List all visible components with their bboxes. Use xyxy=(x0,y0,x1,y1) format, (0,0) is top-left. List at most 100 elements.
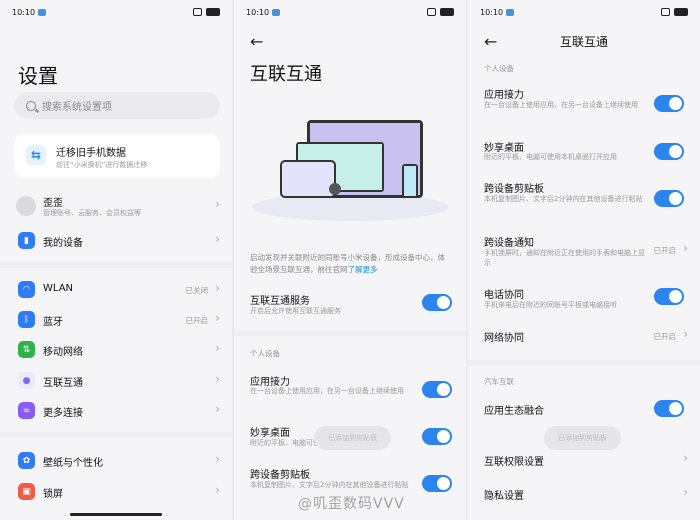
divider xyxy=(234,330,466,336)
chevron-right-icon: › xyxy=(683,485,688,499)
sidebar-item-wlan[interactable]: ◠ WLAN 已关闭 › xyxy=(0,276,232,304)
service-desc: 开启后允许使用互联互通服务 xyxy=(250,307,341,315)
divider xyxy=(0,262,232,268)
chevron-right-icon: › xyxy=(215,483,220,497)
chevron-right-icon: › xyxy=(215,232,220,246)
share-desktop-toggle[interactable] xyxy=(654,143,684,160)
divider xyxy=(468,360,700,366)
clipboard-title: 跨设备剪贴板 xyxy=(484,184,544,195)
device-icon: ▮ xyxy=(18,232,35,249)
signal-icon xyxy=(661,8,670,16)
bluetooth-icon: ᛒ xyxy=(18,311,35,328)
lockscreen-label: 锁屏 xyxy=(43,489,63,500)
status-time: 10:10 xyxy=(246,8,270,17)
service-toggle[interactable] xyxy=(422,294,452,311)
bluetooth-value: 已开启 xyxy=(185,316,209,325)
intro-text: 启动发现并关联附近的同账号小米设备，形成设备中心，体验全场景互联互通，前往官网了… xyxy=(250,252,452,276)
chevron-right-icon: › xyxy=(215,372,220,386)
clipboard-title: 跨设备剪贴板 xyxy=(250,470,310,481)
sidebar-item-interconnect[interactable]: ● 互联互通 › xyxy=(0,367,232,395)
network-title: 网络协同 xyxy=(484,333,524,344)
watermark: @叽歪数码VVV xyxy=(298,496,405,512)
chevron-right-icon: › xyxy=(215,341,220,355)
sidebar-item-wallpaper[interactable]: ✿ 壁纸与个性化 › xyxy=(0,447,232,475)
share-desktop-toggle[interactable] xyxy=(422,428,452,445)
app-eco-toggle[interactable] xyxy=(654,400,684,417)
battery-icon xyxy=(206,8,220,16)
chevron-right-icon: › xyxy=(215,452,220,466)
privacy-label: 隐私设置 xyxy=(484,491,524,502)
notification-icon xyxy=(506,9,514,16)
wlan-value: 已关闭 xyxy=(185,286,209,295)
app-relay-toggle[interactable] xyxy=(422,381,452,398)
chevron-right-icon: › xyxy=(215,197,220,211)
interconnect-label: 互联互通 xyxy=(43,378,83,389)
service-title: 互联互通服务 xyxy=(250,296,310,307)
settings-panel: 10:10 设置 搜索系统设置项 ⇆ 迁移旧手机数据 前往“小米换机”进行数据迁… xyxy=(0,0,232,520)
call-title: 电话协同 xyxy=(484,290,524,301)
page-title: 互联互通 xyxy=(250,64,322,85)
status-time: 10:10 xyxy=(480,8,504,17)
my-device-row[interactable]: ▮ 我的设备 › xyxy=(0,227,232,255)
lock-icon: ▣ xyxy=(18,483,35,500)
app-relay-toggle[interactable] xyxy=(654,95,684,112)
battery-icon xyxy=(440,8,454,16)
notification-icon xyxy=(38,9,46,16)
search-icon xyxy=(26,100,36,111)
section-personal-devices: 个人设备 xyxy=(250,349,280,358)
app-eco-title: 应用生态融合 xyxy=(484,406,544,417)
wallpaper-label: 壁纸与个性化 xyxy=(43,458,103,469)
migrate-icon: ⇆ xyxy=(26,145,46,165)
chevron-right-icon: › xyxy=(683,327,688,341)
notify-value: 已开启 xyxy=(653,246,677,255)
chevron-right-icon: › xyxy=(215,402,220,416)
app-relay-desc: 在一台设备上使用应用，在另一台设备上继续使用 xyxy=(250,387,404,395)
battery-icon xyxy=(674,8,688,16)
status-time: 10:10 xyxy=(12,8,36,17)
chevron-right-icon: › xyxy=(683,241,688,255)
learn-more-link[interactable]: 了解更多 xyxy=(348,265,378,274)
account-row[interactable]: › xyxy=(0,192,232,220)
search-input[interactable]: 搜索系统设置项 xyxy=(14,92,220,119)
section-personal-devices: 个人设备 xyxy=(484,64,514,73)
chevron-right-icon: › xyxy=(215,281,220,295)
app-relay-title: 应用接力 xyxy=(484,90,524,101)
network-value: 已开启 xyxy=(653,332,677,341)
more-connect-label: 更多连接 xyxy=(43,408,83,419)
home-indicator[interactable] xyxy=(70,513,162,516)
interconnect-detail-panel: 10:10 ← 互联互通 个人设备 应用接力 在一台设备上使用应用，在另一台设备… xyxy=(468,0,700,520)
call-toggle[interactable] xyxy=(654,288,684,305)
migrate-desc: 前往“小米换机”进行数据迁移 xyxy=(56,161,148,169)
clipboard-toggle[interactable] xyxy=(422,475,452,492)
privacy-row[interactable]: 隐私设置 › xyxy=(468,480,700,508)
clipboard-desc: 本机复制图片、文字后2分钟内在其他设备进行粘贴 xyxy=(250,481,409,489)
mobile-network-icon: ⇅ xyxy=(18,341,35,358)
back-arrow-icon[interactable]: ← xyxy=(250,32,263,51)
devices-illustration xyxy=(252,120,448,221)
permissions-label: 互联权限设置 xyxy=(484,457,544,468)
more-connect-icon: ∞ xyxy=(18,402,35,419)
page-title: 设置 xyxy=(18,64,58,88)
sidebar-item-more-connect[interactable]: ∞ 更多连接 › xyxy=(0,397,232,425)
page-title: 互联互通 xyxy=(559,35,608,49)
notify-row[interactable]: 已开启 › xyxy=(468,236,700,264)
migrate-card[interactable]: ⇆ 迁移旧手机数据 前往“小米换机”进行数据迁移 xyxy=(14,134,220,178)
app-relay-desc: 在一台设备上使用应用，在另一台设备上继续使用 xyxy=(484,101,638,109)
bluetooth-label: 蓝牙 xyxy=(43,317,63,328)
permissions-row[interactable]: 互联权限设置 › xyxy=(468,446,700,474)
notification-icon xyxy=(272,9,280,16)
sidebar-item-mobile-network[interactable]: ⇅ 移动网络 › xyxy=(0,336,232,364)
status-bar: 10:10 xyxy=(12,8,220,20)
signal-icon xyxy=(427,8,436,16)
clipboard-desc: 本机复制图片、文字后2分钟内在其他设备进行粘贴 xyxy=(484,195,643,203)
clipboard-toggle[interactable] xyxy=(654,190,684,207)
sidebar-item-lockscreen[interactable]: ▣ 锁屏 › xyxy=(0,478,232,506)
my-device-label: 我的设备 xyxy=(43,238,83,249)
network-row[interactable]: 网络协同 已开启 › xyxy=(468,322,700,350)
sidebar-item-bluetooth[interactable]: ᛒ 蓝牙 已开启 › xyxy=(0,306,232,334)
call-desc: 手机来电后在附近的同账号平板或电脑接听 xyxy=(484,301,617,309)
chevron-right-icon: › xyxy=(683,451,688,465)
signal-icon xyxy=(193,8,202,16)
wlan-label: WLAN xyxy=(43,283,74,294)
share-desktop-desc: 附近的平板、电脑可使用本机桌面打开应用 xyxy=(484,153,617,161)
